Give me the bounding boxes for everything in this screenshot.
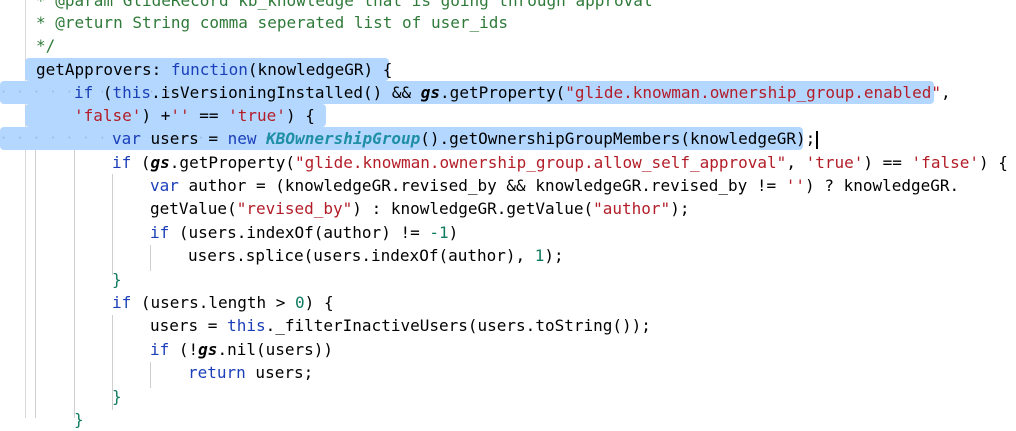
code-editor[interactable]: · · · · · · · · · · · · · · · · · · · · … bbox=[0, 0, 1016, 429]
code-text: } bbox=[112, 270, 122, 289]
comment-text: * @return String comma seperated list of… bbox=[36, 13, 509, 32]
code-text: if (users.indexOf(author) != -1) bbox=[150, 223, 459, 242]
indent-guide bbox=[74, 150, 75, 418]
code-line[interactable]: } bbox=[112, 385, 122, 408]
code-text: var users = new KBOwnershipGroup().getOw… bbox=[112, 129, 816, 148]
code-line[interactable]: var users = new KBOwnershipGroup().getOw… bbox=[112, 127, 819, 150]
code-text: } bbox=[112, 387, 122, 406]
code-text: return users; bbox=[188, 363, 314, 382]
code-text: var author = (knowledgeGR.revised_by && … bbox=[150, 176, 960, 195]
code-text: getValue("revised_by") : knowledgeGR.get… bbox=[150, 199, 690, 218]
code-text: users.splice(users.indexOf(author), 1); bbox=[188, 246, 564, 265]
code-line[interactable]: getValue("revised_by") : knowledgeGR.get… bbox=[150, 197, 689, 220]
code-line[interactable]: if (!gs.nil(users)) bbox=[150, 338, 333, 361]
code-line[interactable]: if (users.length > 0) { bbox=[112, 291, 334, 314]
code-text: if (this.isVersioningInstalled() && gs.g… bbox=[74, 83, 951, 102]
code-text: getApprovers: function(knowledgeGR) { bbox=[36, 60, 393, 79]
code-line[interactable]: */ bbox=[36, 34, 55, 57]
code-line[interactable]: } bbox=[112, 268, 122, 291]
code-line[interactable]: users.splice(users.indexOf(author), 1); bbox=[188, 244, 564, 267]
code-line[interactable]: } bbox=[74, 408, 84, 431]
code-line[interactable]: * @return String comma seperated list of… bbox=[36, 11, 508, 34]
indent-guide bbox=[150, 362, 151, 388]
code-line[interactable]: var author = (knowledgeGR.revised_by && … bbox=[150, 174, 959, 197]
indent-guide bbox=[112, 174, 113, 275]
indent-guide bbox=[150, 245, 151, 271]
code-line[interactable]: return users; bbox=[188, 361, 313, 384]
code-text: 'false') +'' == 'true') { bbox=[74, 106, 315, 125]
code-line[interactable]: getApprovers: function(knowledgeGR) { bbox=[36, 58, 392, 81]
comment-text: */ bbox=[36, 36, 56, 55]
comment-text: * @param GlideRecord kb_knowledge that i… bbox=[36, 0, 653, 10]
code-line[interactable]: if (this.isVersioningInstalled() && gs.g… bbox=[74, 81, 951, 104]
code-line[interactable]: if (gs.getProperty("glide.knowman.owners… bbox=[112, 151, 1008, 174]
code-line[interactable]: users = this._filterInactiveUsers(users.… bbox=[150, 314, 651, 337]
code-line[interactable]: if (users.indexOf(author) != -1) bbox=[150, 221, 458, 244]
code-text: if (users.length > 0) { bbox=[112, 293, 334, 312]
code-text: } bbox=[74, 410, 84, 429]
text-cursor bbox=[816, 130, 819, 149]
code-line[interactable]: 'false') +'' == 'true') { bbox=[74, 104, 315, 127]
code-text: if (!gs.nil(users)) bbox=[150, 340, 334, 359]
indent-guide bbox=[35, 150, 36, 418]
code-text: users = this._filterInactiveUsers(users.… bbox=[150, 316, 651, 335]
code-text: if (gs.getProperty("glide.knowman.owners… bbox=[112, 153, 1008, 172]
